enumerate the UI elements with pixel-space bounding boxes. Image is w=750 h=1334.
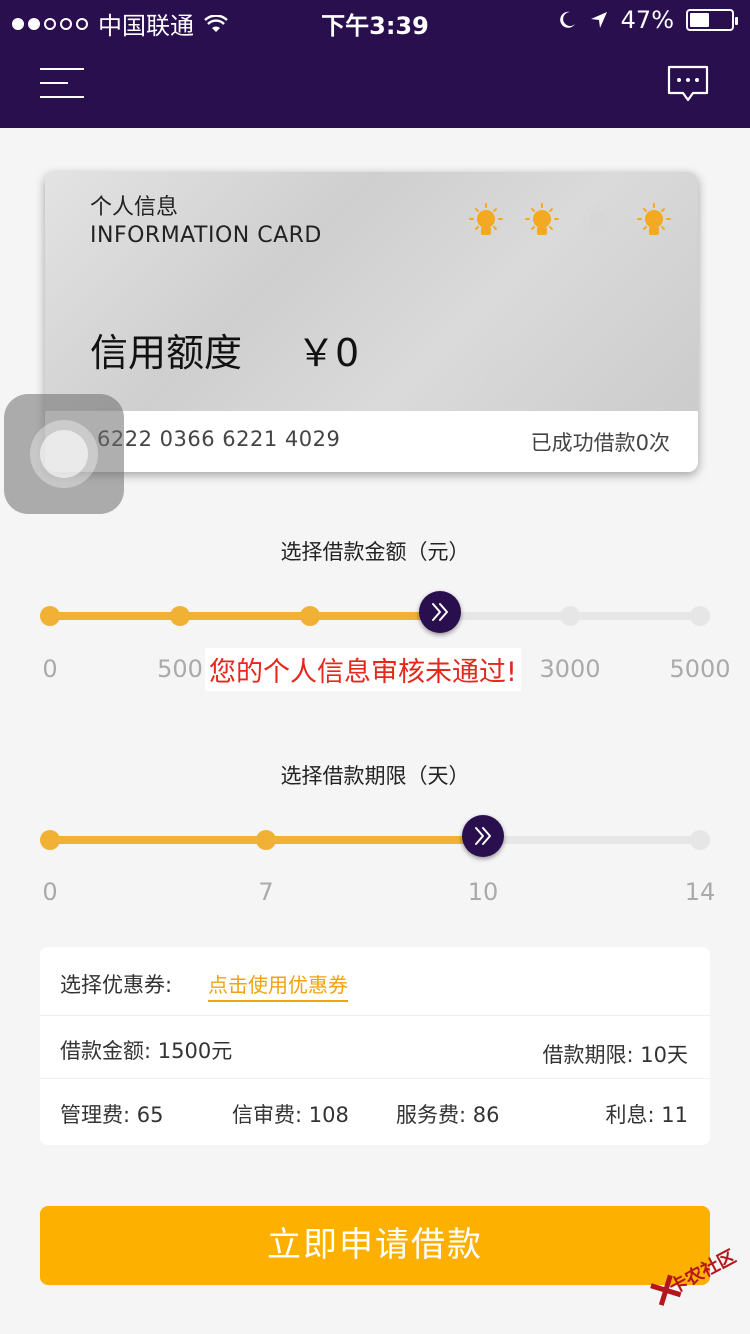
amount-tick: 3000 bbox=[539, 655, 601, 683]
amount-slider-thumb[interactable] bbox=[419, 591, 461, 633]
term-tick: 7 bbox=[258, 878, 274, 906]
credit-limit-value: ￥0 bbox=[297, 331, 360, 375]
lightbulb-lit-icon bbox=[637, 203, 671, 235]
borrow-count: 已成功借款0次 bbox=[530, 431, 670, 455]
battery-icon bbox=[686, 9, 738, 31]
watermark-text: 卡农社区 bbox=[666, 1246, 740, 1299]
amount-slider-node[interactable] bbox=[690, 606, 710, 626]
amount-tick: 5000 bbox=[669, 655, 731, 683]
card-title: 个人信息 bbox=[90, 195, 179, 220]
term-slider-node[interactable] bbox=[690, 830, 710, 850]
lightbulb-lit-icon bbox=[525, 203, 559, 235]
double-chevron-right-icon bbox=[475, 827, 491, 845]
term-slider-node[interactable] bbox=[40, 830, 60, 850]
use-coupon-link[interactable]: 点击使用优惠券 bbox=[208, 969, 348, 1002]
term-slider-node[interactable] bbox=[256, 830, 276, 850]
amount-slider-node[interactable] bbox=[300, 606, 320, 626]
apply-loan-button[interactable]: 立即申请借款 bbox=[40, 1206, 710, 1285]
location-arrow-icon bbox=[590, 12, 607, 28]
card-footer: 6222 0366 6221 4029 已成功借款0次 bbox=[45, 411, 698, 472]
message-button[interactable] bbox=[666, 64, 710, 102]
divider bbox=[40, 1015, 710, 1016]
amount-tick: 500 bbox=[157, 655, 203, 683]
double-chevron-right-icon bbox=[432, 603, 448, 621]
coupon-label: 选择优惠券: bbox=[60, 973, 173, 997]
amount-slider-node[interactable] bbox=[560, 606, 580, 626]
loan-term: 借款期限: 10天 bbox=[542, 1043, 688, 1067]
chat-bubble-icon bbox=[667, 65, 709, 102]
top-bar: 中国联通 下午3:39 47% bbox=[0, 0, 750, 128]
review-fee: 信审费: 108 bbox=[232, 1103, 349, 1127]
term-slider[interactable] bbox=[50, 836, 700, 844]
hamburger-menu-icon bbox=[40, 68, 84, 98]
moon-icon bbox=[559, 11, 575, 28]
term-slider-thumb[interactable] bbox=[462, 815, 504, 857]
term-tick: 0 bbox=[42, 878, 58, 906]
loan-summary-panel: 选择优惠券: 点击使用优惠券 借款金额: 1500元 借款期限: 10天 管理费… bbox=[40, 947, 710, 1145]
lightbulb-lit-icon bbox=[469, 203, 503, 235]
management-fee: 管理费: 65 bbox=[60, 1103, 164, 1127]
assistive-touch-button[interactable] bbox=[4, 394, 124, 514]
service-fee: 服务费: 86 bbox=[396, 1103, 500, 1127]
amount-slider-node[interactable] bbox=[170, 606, 190, 626]
information-card: 个人信息 INFORMATION CARD 信用额度 ￥0 6222 0366 … bbox=[45, 172, 698, 472]
loan-amount: 借款金额: 1500元 bbox=[60, 1039, 233, 1063]
term-section-title: 选择借款期限（天） bbox=[280, 764, 470, 788]
divider bbox=[40, 1078, 710, 1079]
interest: 利息: 11 bbox=[605, 1103, 688, 1127]
amount-slider-node[interactable] bbox=[40, 606, 60, 626]
card-subtitle: INFORMATION CARD bbox=[90, 223, 322, 248]
amount-tick: 0 bbox=[42, 655, 58, 683]
rating-bulbs bbox=[465, 202, 675, 246]
term-tick: 10 bbox=[467, 878, 499, 906]
battery-percent: 47% bbox=[620, 6, 674, 34]
verification-error-toast: 您的个人信息审核未通过! bbox=[205, 648, 521, 691]
menu-button[interactable] bbox=[40, 64, 88, 102]
status-bar: 中国联通 下午3:39 47% bbox=[0, 0, 750, 40]
credit-limit-label: 信用额度 bbox=[90, 331, 243, 375]
amount-slider-fill bbox=[50, 612, 440, 620]
card-number: 6222 0366 6221 4029 bbox=[97, 427, 341, 451]
term-tick: 14 bbox=[684, 878, 716, 906]
amount-section-title: 选择借款金额（元） bbox=[280, 540, 470, 564]
amount-slider[interactable] bbox=[50, 612, 700, 620]
lightbulb-unlit-icon bbox=[581, 203, 615, 235]
